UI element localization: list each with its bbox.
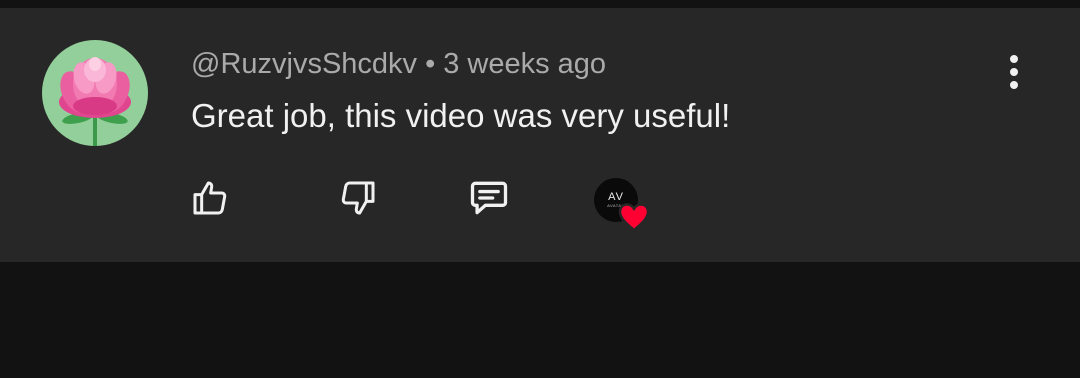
reply-button[interactable] (465, 174, 513, 222)
thumb-down-icon (341, 181, 375, 215)
dislike-button[interactable] (334, 174, 382, 222)
meta-separator: • (425, 48, 436, 80)
author-avatar[interactable] (42, 40, 148, 146)
lotus-flower-icon (59, 57, 131, 146)
thumb-up-icon (193, 181, 227, 215)
more-options-button[interactable] (996, 52, 1032, 92)
top-strip (0, 0, 1080, 8)
comment-card: @RuzvjvsShcdkv • 3 weeks ago Great job, th… (0, 8, 1080, 262)
like-button[interactable] (186, 174, 234, 222)
author-handle[interactable]: @RuzvjvsShcdkv (191, 48, 417, 80)
comment-reply-icon (470, 181, 508, 215)
comment-text: Great job, this video was very useful! (191, 97, 731, 134)
comment-timestamp[interactable]: 3 weeks ago (443, 48, 606, 80)
vertical-ellipsis-icon (1010, 55, 1018, 89)
comment-meta: @RuzvjvsShcdkv • 3 weeks ago (191, 44, 606, 84)
heart-icon (618, 203, 650, 232)
creator-monogram: AV (608, 190, 624, 203)
creator-heart-badge[interactable]: AV AVATAR (592, 176, 656, 232)
